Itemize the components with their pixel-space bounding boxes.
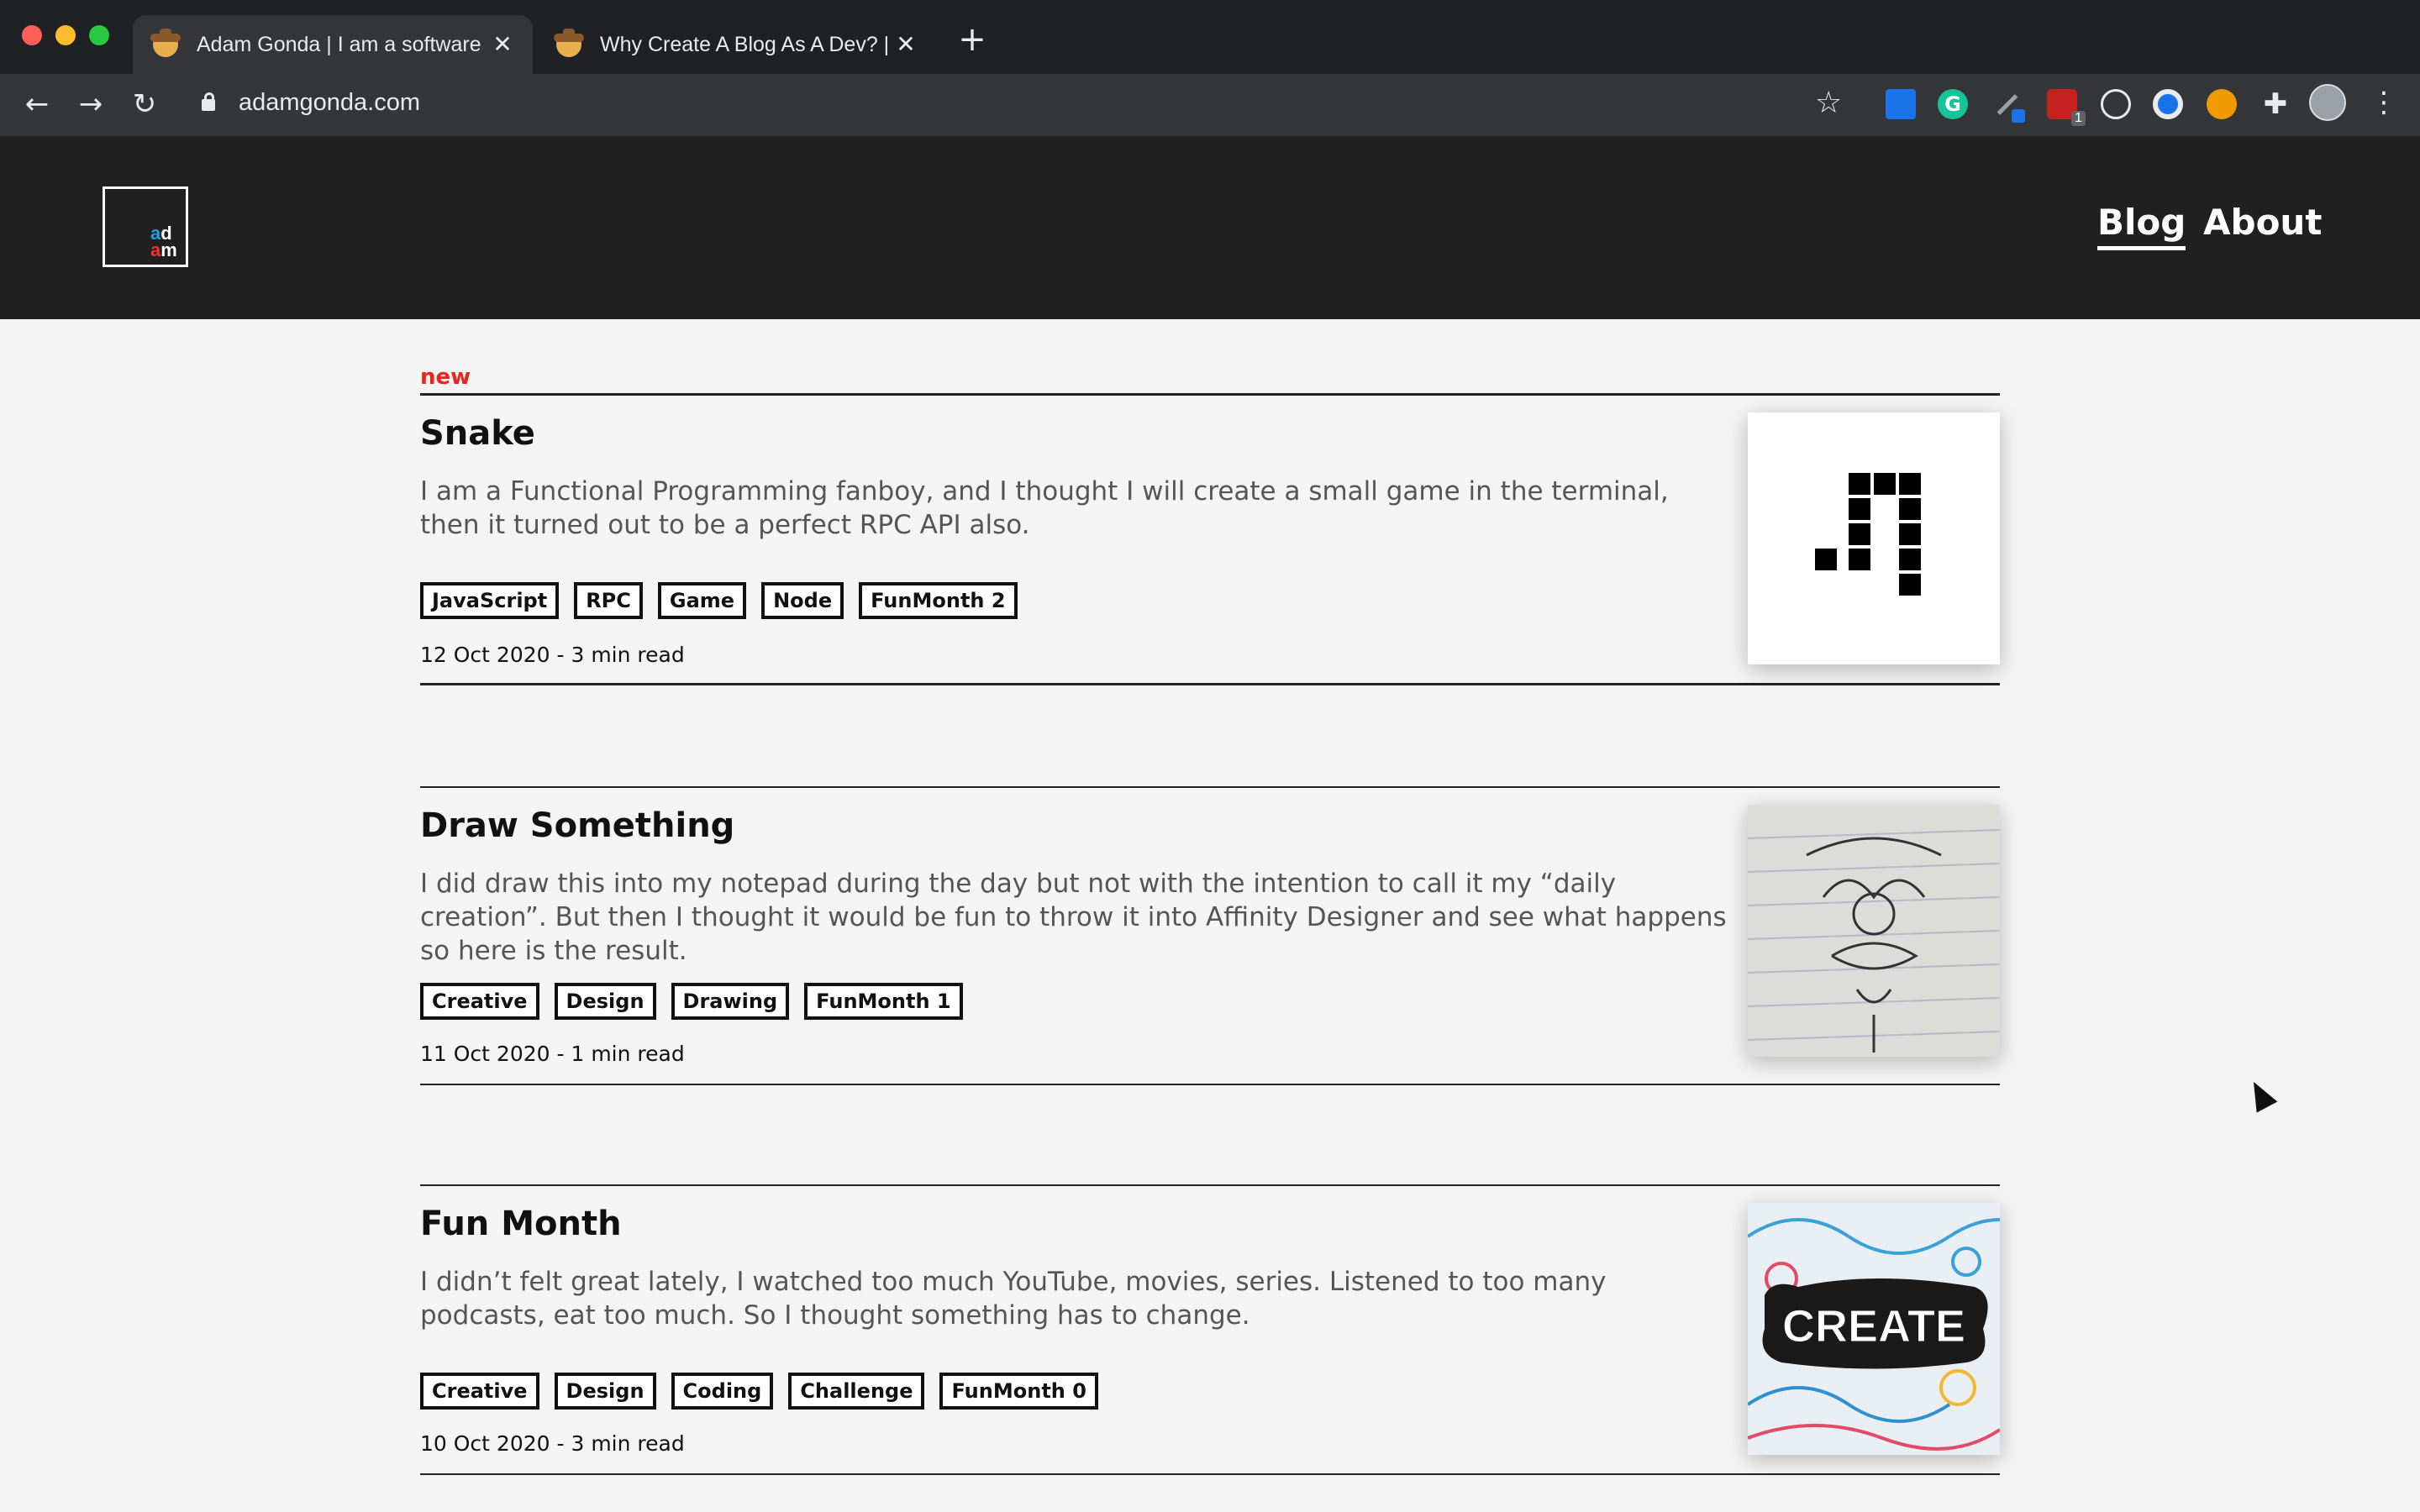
browser-tab-active[interactable]: Adam Gonda | I am a software ✕ xyxy=(133,15,533,74)
tab-title: Why Create A Blog As A Dev? | xyxy=(600,32,890,56)
react-devtools-icon[interactable] xyxy=(2101,89,2131,119)
circle-extension-icon[interactable] xyxy=(2153,89,2183,119)
post-title[interactable]: Draw Something xyxy=(420,806,734,845)
tag-list: JavaScript RPC Game Node FunMonth 2 xyxy=(420,582,1018,619)
browser-tab[interactable]: Why Create A Blog As A Dev? | ✕ xyxy=(536,15,936,74)
bookmark-star-icon[interactable]: ☆ xyxy=(1815,86,1842,120)
tag[interactable]: FunMonth 1 xyxy=(804,983,963,1020)
post-meta: 10 Oct 2020 - 3 min read xyxy=(420,1431,685,1456)
tag-list: Creative Design Drawing FunMonth 1 xyxy=(420,983,963,1020)
post-card[interactable]: Draw Something I did draw this into my n… xyxy=(420,786,2000,1085)
nav-about-link[interactable]: About xyxy=(2203,202,2322,243)
back-arrow-icon[interactable]: ← xyxy=(20,87,54,121)
pen-extension-icon[interactable] xyxy=(1991,89,2025,123)
create-thumbnail-image[interactable]: CREATE xyxy=(1748,1203,2000,1455)
tag[interactable]: Creative xyxy=(420,1373,539,1410)
post-excerpt: I didn’t felt great lately, I watched to… xyxy=(420,1267,1607,1331)
tag[interactable]: FunMonth 0 xyxy=(939,1373,1098,1410)
tag[interactable]: Coding xyxy=(671,1373,774,1410)
tag[interactable]: FunMonth 2 xyxy=(859,582,1018,619)
forward-arrow-icon[interactable]: → xyxy=(74,87,108,121)
minimize-window-button[interactable] xyxy=(55,25,76,45)
post-excerpt: I am a Functional Programming fanboy, an… xyxy=(420,476,1669,540)
browser-tab-strip: Adam Gonda | I am a software ✕ Why Creat… xyxy=(0,0,2420,74)
close-tab-icon[interactable]: ✕ xyxy=(492,33,513,56)
tag-list: Creative Design Coding Challenge FunMont… xyxy=(420,1373,1098,1410)
lock-icon[interactable] xyxy=(202,92,215,111)
create-text: CREATE xyxy=(1782,1301,1965,1352)
nav-blog-link[interactable]: Blog xyxy=(2097,202,2186,250)
snake-thumbnail-image[interactable] xyxy=(1748,412,2000,664)
tag[interactable]: Challenge xyxy=(788,1373,925,1410)
new-tab-button[interactable]: + xyxy=(958,23,986,56)
post-title[interactable]: Fun Month xyxy=(420,1205,622,1243)
profile-avatar[interactable] xyxy=(2309,84,2346,121)
close-window-button[interactable] xyxy=(22,25,42,45)
new-label: new xyxy=(420,365,471,390)
site-header: ad am Blog About xyxy=(0,136,2420,319)
orange-extension-icon[interactable] xyxy=(2207,89,2237,119)
extension-badge: 1 xyxy=(2071,111,2086,126)
extension-window-icon[interactable] xyxy=(1886,89,1916,119)
mouse-cursor-icon xyxy=(2243,1076,2278,1113)
maximize-window-button[interactable] xyxy=(89,25,109,45)
tag[interactable]: Game xyxy=(657,582,747,619)
cowboy-favicon-icon xyxy=(554,29,584,57)
snake-icon xyxy=(1815,473,1921,596)
ublock-extension-icon[interactable]: 1 xyxy=(2047,89,2086,126)
logo-bottom-line: am xyxy=(150,239,177,260)
close-tab-icon[interactable]: ✕ xyxy=(896,33,916,56)
reload-icon[interactable]: ↻ xyxy=(128,87,161,121)
more-menu-icon[interactable]: ⋮ xyxy=(2370,84,2398,121)
grammarly-extension-icon[interactable]: G xyxy=(1938,89,1968,119)
post-title[interactable]: Snake xyxy=(420,414,535,453)
tag[interactable]: Creative xyxy=(420,983,539,1020)
post-meta: 11 Oct 2020 - 1 min read xyxy=(420,1042,685,1066)
post-excerpt: I did draw this into my notepad during t… xyxy=(420,869,1727,966)
drawing-thumbnail-image[interactable] xyxy=(1748,805,2000,1057)
tag[interactable]: Node xyxy=(761,582,844,619)
tag[interactable]: Design xyxy=(554,1373,656,1410)
address-bar[interactable]: adamgonda.com xyxy=(239,89,420,117)
tag[interactable]: Drawing xyxy=(671,983,790,1020)
tag[interactable]: JavaScript xyxy=(420,582,560,619)
post-card[interactable]: Snake I am a Functional Programming fanb… xyxy=(420,393,2000,685)
post-card[interactable]: Fun Month I didn’t felt great lately, I … xyxy=(420,1184,2000,1475)
tag[interactable]: RPC xyxy=(574,582,643,619)
tab-title: Adam Gonda | I am a software xyxy=(197,32,481,56)
puzzle-extensions-icon[interactable]: ✚ xyxy=(2260,89,2291,119)
post-meta: 12 Oct 2020 - 3 min read xyxy=(420,643,685,667)
site-logo[interactable]: ad am xyxy=(103,186,188,267)
tag[interactable]: Design xyxy=(554,983,656,1020)
create-doodle-icon: CREATE xyxy=(1748,1218,2000,1451)
sketch-drawing-icon xyxy=(1748,829,2000,1053)
cowboy-favicon-icon xyxy=(150,29,181,57)
